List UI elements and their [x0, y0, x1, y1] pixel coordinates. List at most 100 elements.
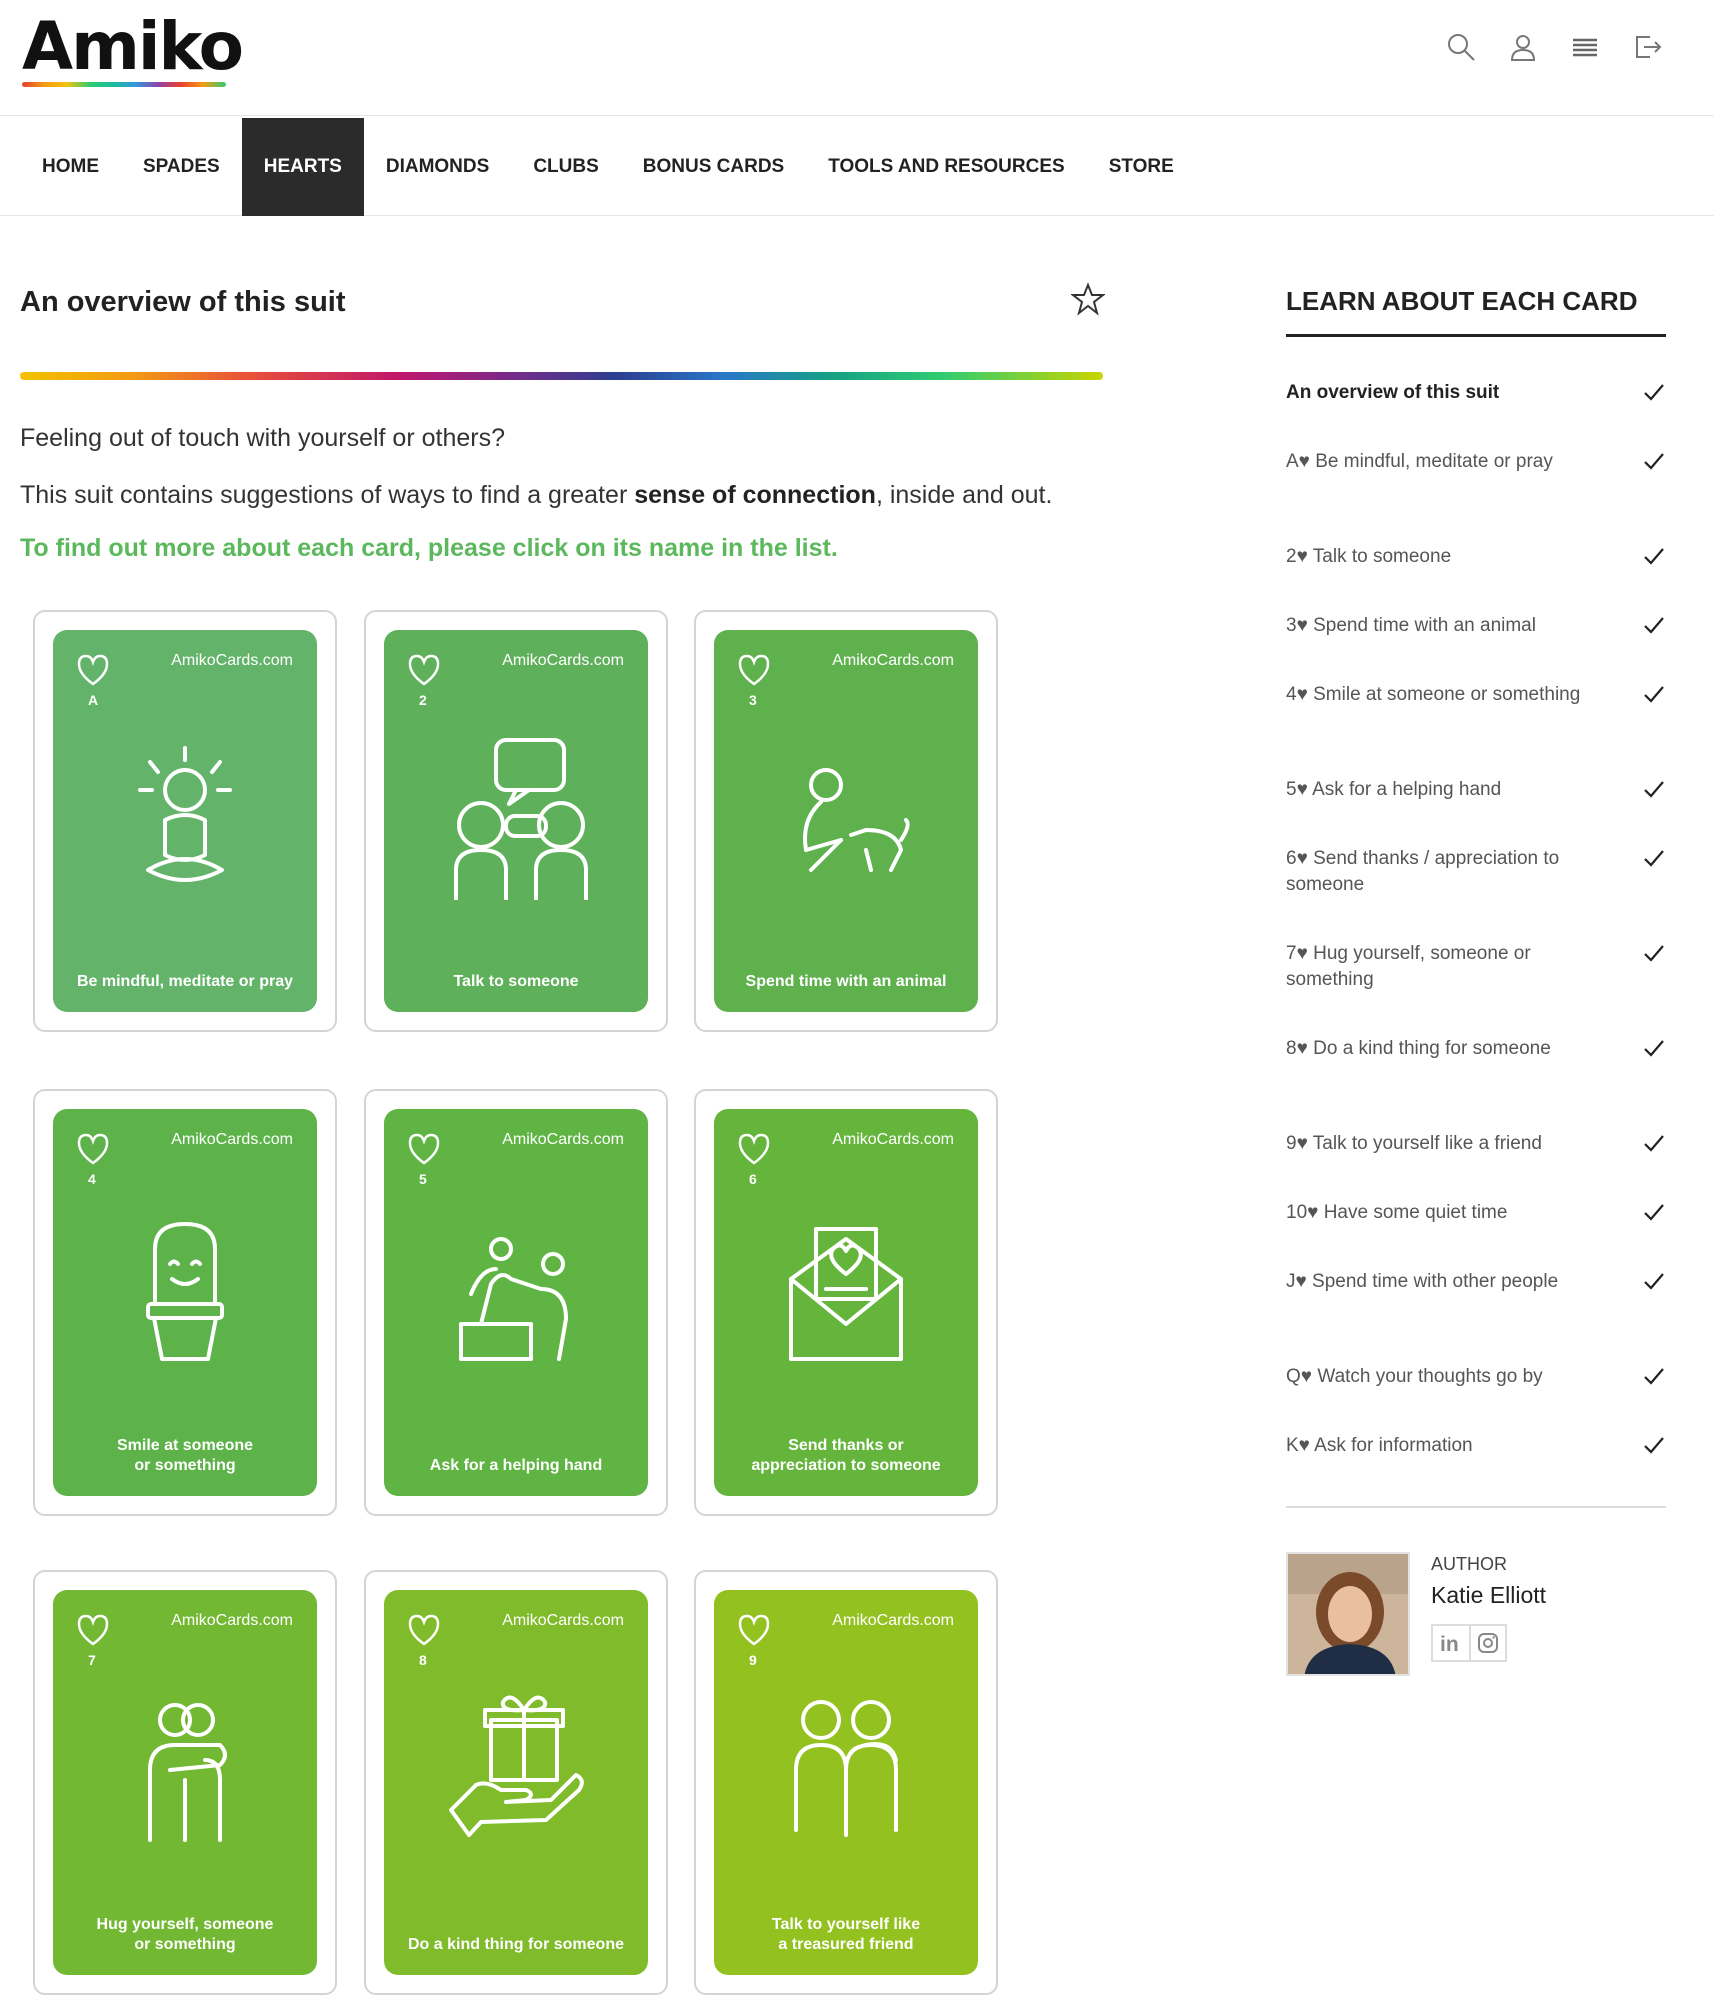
sidebar-card-link[interactable]: J♥ Spend time with other people [1286, 1269, 1666, 1295]
heart-icon [408, 1614, 440, 1646]
checkmark-icon [1644, 1437, 1664, 1454]
sidebar-card-link[interactable]: 7♥ Hug yourself, someone or something [1286, 941, 1666, 993]
intro-text-end: , inside and out. [875, 481, 1053, 509]
sidebar-item-label: 4♥ Smile at someone or something [1286, 684, 1581, 705]
nav-spades[interactable]: SPADES [121, 118, 242, 216]
author-social-links: in [1431, 1624, 1507, 1662]
card-caption: Be mindful, meditate or pray [76, 973, 294, 990]
sidebar-item-label: 6♥ Send thanks / appreciation to someone [1286, 848, 1560, 895]
amiko-logo[interactable]: Amiko [22, 8, 244, 92]
card-4-of-hearts[interactable]: 4 AmikoCards.com Smile at someone or somet… [33, 1089, 337, 1516]
sidebar-divider [1286, 1506, 1666, 1508]
nav-home[interactable]: HOME [20, 118, 121, 216]
card-caption: Spend time with an animal [745, 973, 947, 990]
intro-question: Feeling out of touch with yourself or ot… [20, 424, 505, 452]
star-icon[interactable] [1070, 282, 1106, 316]
sidebar-card-link[interactable]: 2♥ Talk to someone [1286, 544, 1666, 570]
sidebar-item-label: K♥ Ask for information [1286, 1435, 1473, 1456]
card-rank: A [88, 692, 99, 708]
checkmark-icon [1644, 453, 1664, 470]
conversation-icon [454, 738, 588, 900]
checkmark-icon [1644, 1135, 1664, 1152]
card-rank: 9 [749, 1652, 757, 1668]
checkmark-icon [1644, 1273, 1664, 1290]
checkmark-icon [1644, 548, 1664, 565]
sidebar-card-link[interactable]: 6♥ Send thanks / appreciation to someone [1286, 846, 1666, 898]
page-title: An overview of this suit [20, 286, 346, 318]
instagram-icon[interactable] [1469, 1626, 1505, 1660]
card-site: AmikoCards.com [171, 652, 293, 669]
heart-icon [77, 1133, 109, 1165]
sidebar-card-link[interactable]: 8♥ Do a kind thing for someone [1286, 1036, 1666, 1062]
card-caption: Send thanks or appreciation to someone [751, 1437, 941, 1474]
sidebar-item-label: 2♥ Talk to someone [1286, 546, 1452, 567]
card-face: 2 AmikoCards.com Talk to someone [384, 630, 648, 1012]
card-site: AmikoCards.com [502, 652, 624, 669]
card-a-of-hearts[interactable]: A AmikoCards.com Be mindful, meditate or p… [33, 610, 337, 1032]
heart-icon [77, 1614, 109, 1646]
intro-text-start: This suit contains suggestions of ways t… [20, 481, 635, 509]
card-7-of-hearts[interactable]: 7 AmikoCards.com Hug yourself, someone or … [33, 1570, 337, 1995]
sidebar-card-link[interactable]: 10♥ Have some quiet time [1286, 1200, 1666, 1226]
linkedin-icon[interactable]: in [1433, 1626, 1469, 1660]
header-icons [1444, 30, 1664, 64]
sidebar-card-link[interactable]: K♥ Ask for information [1286, 1433, 1666, 1459]
svg-text:in: in [1440, 1633, 1459, 1655]
card-rank: 5 [419, 1171, 427, 1187]
checkmark-icon [1644, 1204, 1664, 1221]
site-header: Amiko [0, 0, 1714, 116]
author-name[interactable]: Katie Elliott [1431, 1582, 1546, 1609]
cactus-icon [146, 1222, 224, 1361]
nav-store[interactable]: STORE [1087, 118, 1196, 216]
logo-text: Amiko [22, 8, 244, 85]
heart-icon [408, 654, 440, 686]
sidebar-card-link[interactable]: A♥ Be mindful, meditate or pray [1286, 449, 1666, 475]
checkmark-icon [1644, 686, 1664, 703]
author-avatar[interactable] [1286, 1552, 1410, 1676]
sidebar-item-label: J♥ Spend time with other people [1286, 1271, 1559, 1292]
menu-icon[interactable] [1568, 30, 1602, 64]
card-face: 6 AmikoCards.com Send thanks or appreciati… [714, 1109, 978, 1496]
hug-icon [148, 1703, 227, 1842]
friends-icon [794, 1700, 898, 1837]
title-row: An overview of this suit [20, 282, 1106, 326]
sidebar-item-label: An overview of this suit [1286, 382, 1500, 403]
card-8-of-hearts[interactable]: 8 AmikoCards.com Do a kind thing for someo… [364, 1570, 668, 1995]
card-site: AmikoCards.com [171, 1612, 293, 1629]
nav-tools-and-resources[interactable]: TOOLS AND RESOURCES [806, 118, 1086, 216]
sidebar-card-link[interactable]: 3♥ Spend time with an animal [1286, 613, 1666, 639]
heart-icon [738, 1614, 770, 1646]
card-5-of-hearts[interactable]: 5 AmikoCards.com Ask for a helping hand [364, 1089, 668, 1516]
card-6-of-hearts[interactable]: 6 AmikoCards.com Send thanks or appreciati… [694, 1089, 998, 1516]
sidebar-heading: LEARN ABOUT EACH CARD [1286, 286, 1638, 316]
sidebar-card-link[interactable]: 5♥ Ask for a helping hand [1286, 777, 1666, 803]
sidebar-card-link[interactable]: An overview of this suit [1286, 380, 1666, 406]
card-site: AmikoCards.com [171, 1131, 293, 1148]
nav-clubs[interactable]: CLUBS [511, 118, 620, 216]
heart-icon [738, 1133, 770, 1165]
sidebar-item-label: 7♥ Hug yourself, someone or something [1286, 943, 1531, 990]
search-icon[interactable] [1444, 30, 1478, 64]
nav-diamonds[interactable]: DIAMONDS [364, 118, 511, 216]
card-9-of-hearts[interactable]: 9 AmikoCards.com Talk to yourself like a t… [694, 1570, 998, 1995]
heart-icon [77, 654, 109, 686]
user-icon[interactable] [1506, 30, 1540, 64]
card-2-of-hearts[interactable]: 2 AmikoCards.com Talk to someone [364, 610, 668, 1032]
logout-icon[interactable] [1630, 30, 1664, 64]
author-box: AUTHOR Katie Elliott in [1286, 1552, 1666, 1682]
card-rank: 8 [419, 1652, 427, 1668]
nav-hearts[interactable]: HEARTS [241, 118, 364, 216]
card-caption: Ask for a helping hand [429, 1457, 603, 1474]
checkmark-icon [1644, 781, 1664, 798]
card-rank: 6 [749, 1171, 757, 1187]
nav-bonus-cards[interactable]: BONUS CARDS [621, 118, 806, 216]
checkmark-icon [1644, 384, 1664, 401]
sidebar-card-link[interactable]: 9♥ Talk to yourself like a friend [1286, 1131, 1666, 1157]
sidebar-card-link[interactable]: 4♥ Smile at someone or something [1286, 682, 1666, 708]
card-rank: 7 [88, 1652, 96, 1668]
card-site: AmikoCards.com [502, 1131, 624, 1148]
intro-description: This suit contains suggestions of ways t… [20, 481, 1052, 510]
sidebar-card-link[interactable]: Q♥ Watch your thoughts go by [1286, 1364, 1666, 1390]
card-3-of-hearts[interactable]: 3 AmikoCards.com Spend time with an animal [694, 610, 998, 1032]
card-caption: Do a kind thing for someone [407, 1936, 624, 1953]
